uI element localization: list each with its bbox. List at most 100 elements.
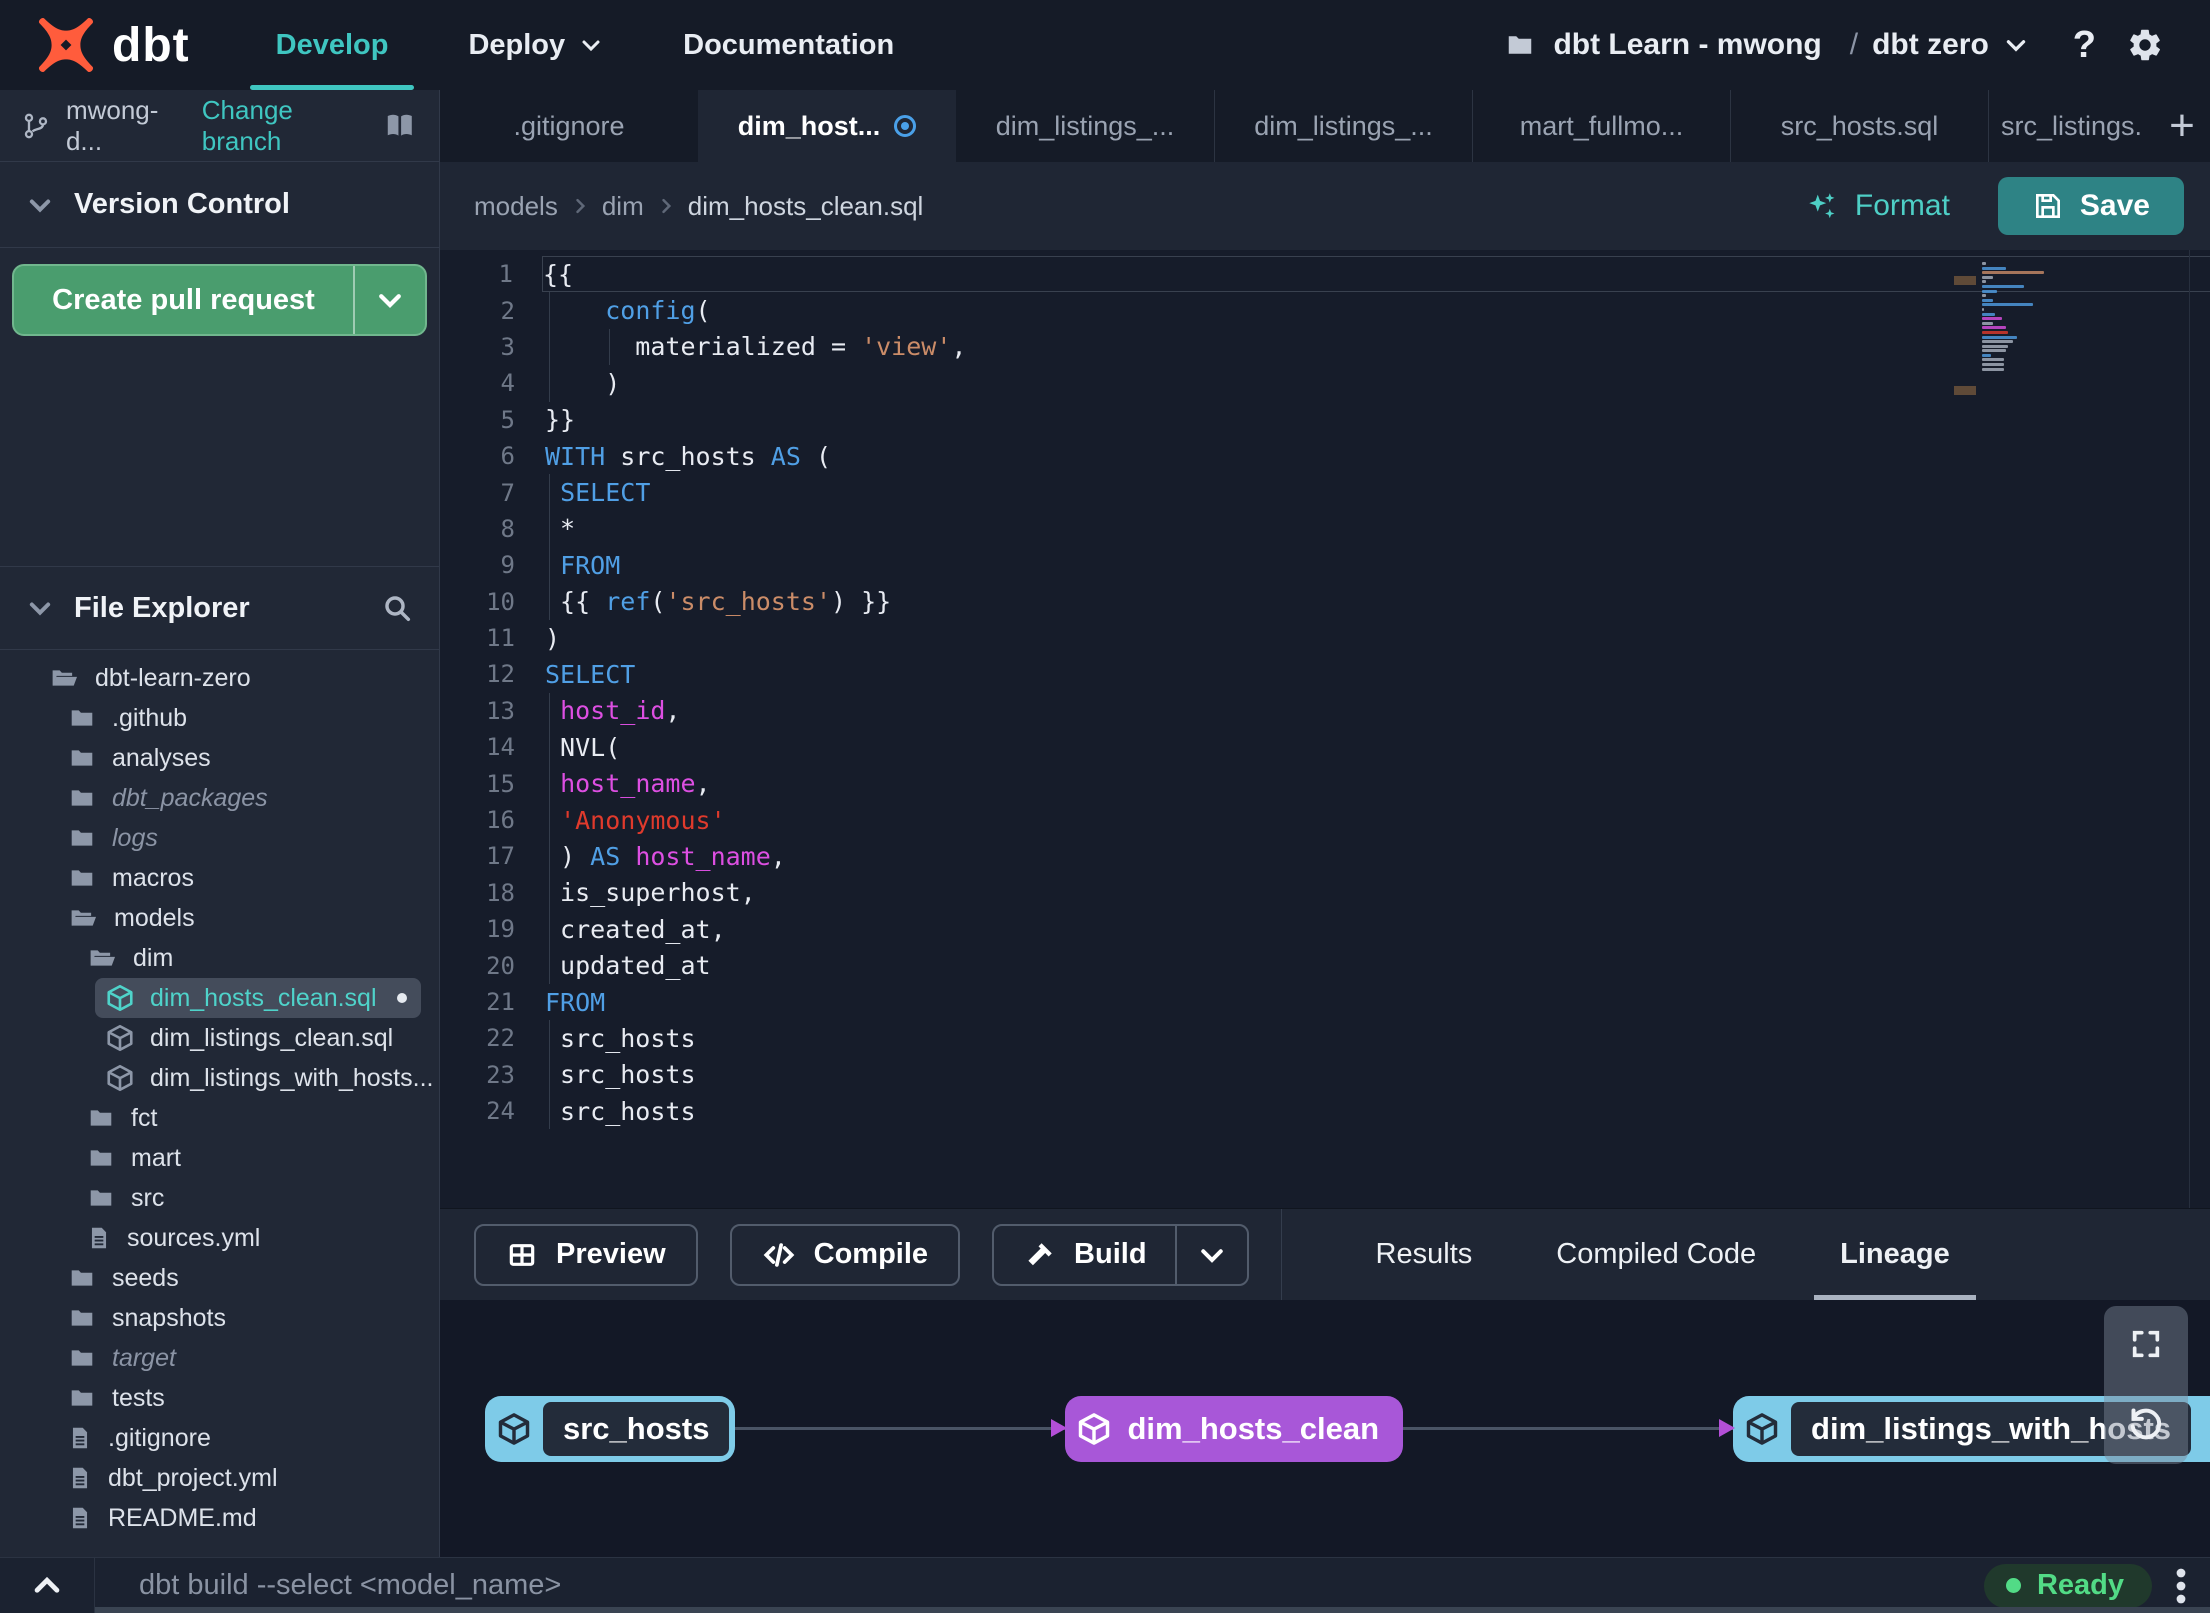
kebab-menu-icon[interactable] [2174,1566,2188,1606]
nav-item-deploy[interactable]: Deploy [468,0,603,90]
refresh-icon[interactable] [2126,1403,2166,1443]
tab-dim-listings-[interactable]: dim_listings_... [956,90,1214,162]
fullscreen-icon[interactable] [2129,1327,2163,1361]
command-input[interactable] [95,1569,1984,1602]
build-dropdown-toggle[interactable] [1174,1223,1247,1286]
nav-item-documentation[interactable]: Documentation [683,0,894,90]
tree-item-row[interactable]: src [76,1178,421,1218]
create-pull-request-button[interactable]: Create pull request [12,264,427,336]
dbt-logo[interactable]: dbt [36,15,190,75]
code-line-8[interactable]: 8 * [440,510,2210,548]
version-control-header[interactable]: Version Control [0,162,439,248]
tree-item-row[interactable]: snapshots [57,1298,421,1338]
help-button[interactable]: ? [2073,24,2096,67]
line-number: 17 [486,842,515,871]
format-button[interactable]: Format [1805,189,1950,223]
preview-button[interactable]: Preview [474,1223,698,1286]
tree-item-label: snapshots [112,1303,226,1332]
save-button[interactable]: Save [1997,177,2184,235]
tab-dim-host-[interactable]: dim_host... [698,90,956,162]
lineage-canvas[interactable]: src_hosts dim_hosts_clean dim_listings_wit… [440,1300,2210,1557]
panel-tab-compiled-code[interactable]: Compiled Code [1536,1209,1776,1300]
code-token: is_superhost, [545,878,756,908]
tree-item-row[interactable]: target [57,1338,421,1378]
code-line-1[interactable]: 1 {{ [499,256,2210,293]
editor-minimap[interactable] [1954,262,2048,395]
compile-button[interactable]: Compile [729,1223,961,1286]
tree-item-row[interactable]: seeds [57,1258,421,1298]
chevron-down-icon[interactable] [2003,32,2029,58]
lineage-edge [1403,1419,1736,1437]
code-line-20[interactable]: 20 updated_at [440,947,2210,984]
breadcrumb-dim[interactable]: dim [602,191,644,222]
lineage-node-src-hosts[interactable]: src_hosts [485,1395,736,1462]
tree-item-row[interactable]: dim_listings_clean.sql [95,1018,421,1058]
tree-item-row[interactable]: fct [76,1098,421,1138]
pull-request-dropdown-toggle[interactable] [353,266,425,334]
tree-item-row[interactable]: logs [57,818,421,858]
code-line-11[interactable]: 11) [440,620,2210,656]
tree-item-row[interactable]: dbt-learn-zero [38,658,421,698]
tree-item-target: target [0,1338,439,1378]
code-line-23[interactable]: 23 src_hosts [440,1056,2210,1093]
panel-tab-lineage[interactable]: Lineage [1814,1209,1976,1300]
gear-icon[interactable] [2126,26,2164,64]
lineage-node-dim-hosts-clean[interactable]: dim_hosts_clean [1065,1395,1404,1462]
code-line-3[interactable]: 3 materialized = 'view', [440,328,2210,366]
code-line-16[interactable]: 16 'Anonymous' [440,801,2210,839]
build-button[interactable]: Build [992,1223,1249,1286]
panel-tab-results[interactable]: Results [1356,1209,1493,1300]
tree-item-row[interactable]: dim [76,938,421,978]
file-explorer-header[interactable]: File Explorer [0,566,439,650]
tree-item-row[interactable]: .github [57,698,421,738]
tree-item-row[interactable]: dbt_project.yml [57,1458,421,1498]
new-tab-button[interactable]: + [2154,90,2210,162]
code-line-12[interactable]: 12 SELECT [440,656,2210,692]
code-line-17[interactable]: 17 ) AS host_name, [440,838,2210,875]
code-line-7[interactable]: 7 SELECT [440,474,2210,511]
tab-src-hosts-sql[interactable]: src_hosts.sql [1730,90,1988,162]
code-line-2[interactable]: 2 config( [440,292,2210,329]
tab--gitignore[interactable]: .gitignore [440,90,698,162]
code-line-5[interactable]: 5}} [440,402,2210,438]
lineage-node-label: src_hosts [563,1410,710,1446]
code-line-24[interactable]: 24 src_hosts [440,1092,2210,1130]
code-editor[interactable]: 1{{2 config(3 materialized = 'view', 4 ) 5… [440,250,2210,1208]
code-line-6[interactable]: 6 WITH src_hosts AS ( [440,438,2210,474]
code-line-22[interactable]: 22 src_hosts [440,1020,2210,1057]
docs-book-icon[interactable] [383,110,417,142]
search-icon[interactable] [381,592,413,624]
breadcrumb-models[interactable]: models [474,191,558,222]
code-line-9[interactable]: 9 FROM [440,547,2210,584]
line-number: 13 [486,696,515,725]
code-line-13[interactable]: 13 host_id, [440,692,2210,730]
tree-item-row[interactable]: models [57,898,421,938]
tree-item-row[interactable]: README.md [57,1498,421,1538]
code-text: {{ [543,257,2210,291]
tab-src-listings-[interactable]: src_listings. [1988,90,2154,162]
tree-item-row[interactable]: .gitignore [57,1418,421,1458]
command-bar-toggle[interactable] [0,1558,95,1613]
tree-item-row[interactable]: mart [76,1138,421,1178]
code-line-4[interactable]: 4 ) [440,365,2210,402]
tree-item-row[interactable]: dim_hosts_clean.sql [95,978,421,1018]
project-name[interactable]: dbt Learn - mwong [1553,28,1821,62]
tab-dim-listings-[interactable]: dim_listings_... [1214,90,1472,162]
code-line-15[interactable]: 15 host_name, [440,765,2210,802]
code-line-19[interactable]: 19 created_at, [440,911,2210,948]
tree-item-row[interactable]: tests [57,1378,421,1418]
code-line-14[interactable]: 14 NVL( [440,729,2210,766]
tree-item-row[interactable]: sources.yml [76,1218,421,1258]
tab-mart-fullmo-[interactable]: mart_fullmo... [1472,90,1730,162]
change-branch-link[interactable]: Change branch [202,95,368,157]
environment-name[interactable]: dbt zero [1872,28,1989,62]
nav-item-develop[interactable]: Develop [249,0,415,90]
tree-item-row[interactable]: analyses [57,738,421,778]
model-icon [105,1023,135,1053]
code-line-10[interactable]: 10 {{ ref('src_hosts') }} [440,583,2210,620]
code-line-21[interactable]: 21 FROM [440,984,2210,1020]
tree-item-row[interactable]: dbt_packages [57,778,421,818]
tree-item-row[interactable]: macros [57,858,421,898]
tree-item-row[interactable]: dim_listings_with_hosts... [95,1058,439,1098]
code-line-18[interactable]: 18 is_superhost, [440,874,2210,912]
